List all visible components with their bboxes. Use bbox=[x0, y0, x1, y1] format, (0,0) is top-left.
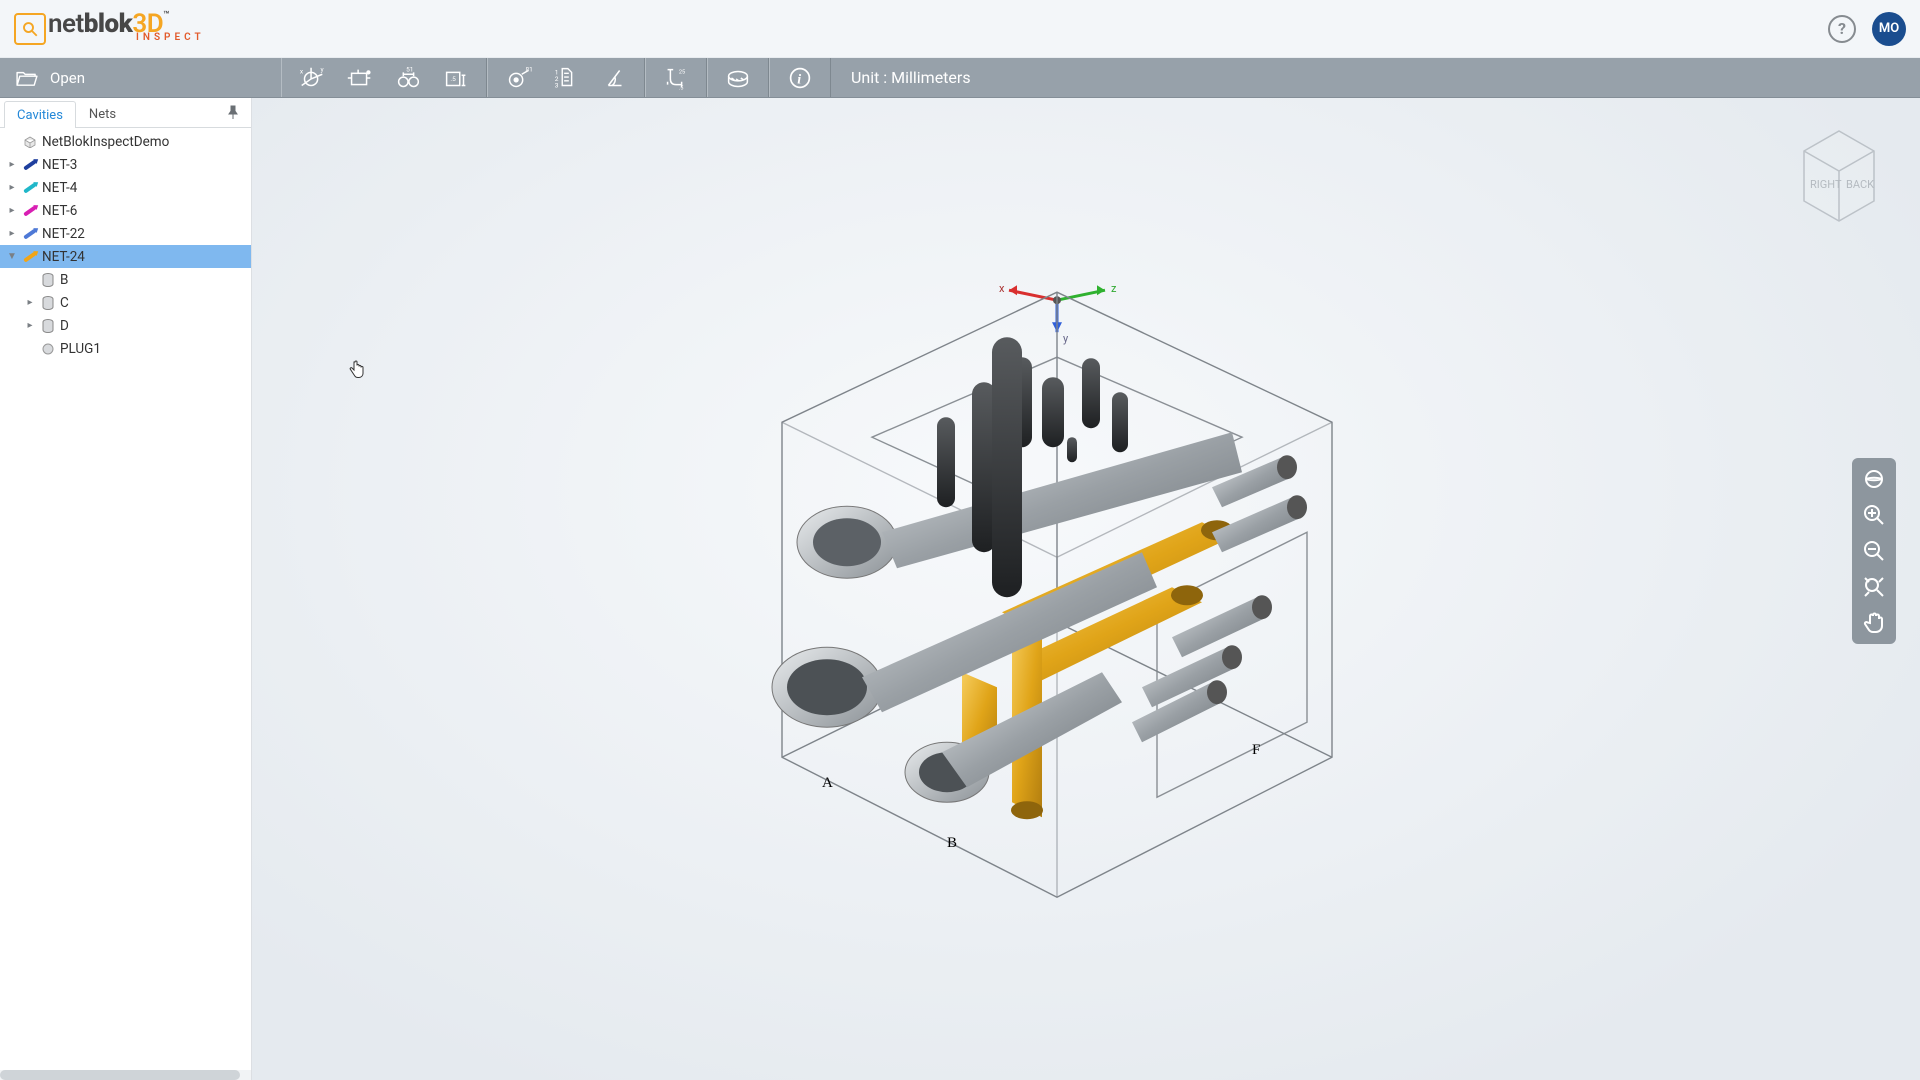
tree-item-net-3[interactable]: ▸ NET-3 bbox=[0, 153, 251, 176]
svg-text:F: F bbox=[1252, 742, 1260, 758]
tree-item-label: NET-24 bbox=[42, 249, 85, 265]
tree-item-net-6[interactable]: ▸ NET-6 bbox=[0, 199, 251, 222]
tool-orbit[interactable] bbox=[1856, 464, 1892, 494]
tool-info[interactable]: i bbox=[776, 58, 824, 97]
tree: NetBlokInspectDemo ▸ NET-3 ▸ NET-4 ▸ NET… bbox=[0, 128, 251, 1070]
chevron-icon: ▸ bbox=[6, 159, 18, 170]
pencil-icon bbox=[22, 209, 38, 213]
app-logo: netblok3D™ INSPECT bbox=[14, 11, 169, 47]
svg-text:.5: .5 bbox=[679, 85, 684, 91]
chevron-icon: ▸ bbox=[6, 205, 18, 216]
user-avatar[interactable]: MO bbox=[1872, 12, 1906, 46]
tab-nets[interactable]: Nets bbox=[76, 100, 129, 127]
tree-item-label: NET-4 bbox=[42, 180, 77, 196]
open-button[interactable]: Open bbox=[0, 58, 101, 97]
tree-item-net-22[interactable]: ▸ NET-22 bbox=[0, 222, 251, 245]
viewport[interactable]: x z y bbox=[252, 98, 1920, 1080]
toolbar-group-1: xy 51 .5 bbox=[281, 58, 487, 97]
tree-child-b[interactable]: B bbox=[0, 268, 251, 291]
tool-bend[interactable]: 25.5 bbox=[652, 58, 700, 97]
svg-text:51: 51 bbox=[406, 65, 413, 73]
chevron-icon: ▼ bbox=[6, 251, 18, 262]
tree-root-label: NetBlokInspectDemo bbox=[42, 134, 169, 150]
logo-icon bbox=[14, 13, 46, 45]
tree-item-net-24[interactable]: ▼ NET-24 bbox=[0, 245, 251, 268]
pencil-icon bbox=[22, 255, 38, 259]
chevron-icon: ▸ bbox=[24, 320, 36, 331]
view-tools bbox=[1852, 458, 1896, 644]
sphere-icon bbox=[40, 343, 56, 355]
toolbar-group-2: 81 123 bbox=[487, 58, 645, 97]
pin-icon[interactable] bbox=[227, 105, 239, 123]
toolbar-group-5: i bbox=[769, 58, 831, 97]
app-header: netblok3D™ INSPECT ? MO bbox=[0, 0, 1920, 58]
tree-item-label: NET-22 bbox=[42, 226, 85, 242]
sidebar-scrollbar[interactable] bbox=[0, 1070, 251, 1080]
folder-open-icon bbox=[16, 69, 38, 87]
cyl-icon bbox=[40, 273, 56, 287]
tree-child-c[interactable]: ▸ C bbox=[0, 291, 251, 314]
tool-zoom-out[interactable] bbox=[1856, 536, 1892, 566]
tree-child-label: D bbox=[60, 318, 69, 334]
tab-cavities[interactable]: Cavities bbox=[4, 101, 76, 128]
toolbar-group-3: 25.5 bbox=[645, 58, 707, 97]
main-toolbar: Open xy 51 .5 81 123 25.5 bbox=[0, 58, 1920, 98]
sidebar-tabstrip: Cavities Nets bbox=[0, 98, 251, 128]
svg-text:B: B bbox=[947, 835, 957, 851]
tool-angle[interactable] bbox=[590, 58, 638, 97]
svg-text:z: z bbox=[1111, 282, 1117, 295]
help-button[interactable]: ? bbox=[1828, 15, 1856, 43]
chevron-icon: ▸ bbox=[6, 228, 18, 239]
block-icon bbox=[22, 136, 38, 148]
tree-item-label: NET-6 bbox=[42, 203, 77, 219]
chevron-icon: ▸ bbox=[6, 182, 18, 193]
tree-child-d[interactable]: ▸ D bbox=[0, 314, 251, 337]
pencil-icon bbox=[22, 186, 38, 190]
tree-child-plug1[interactable]: PLUG1 bbox=[0, 337, 251, 360]
svg-text:y: y bbox=[1063, 332, 1069, 345]
tool-dim-2[interactable]: .5 bbox=[432, 58, 480, 97]
logo-subtitle: INSPECT bbox=[136, 33, 257, 43]
cyl-icon bbox=[40, 319, 56, 333]
tool-axis-origin[interactable]: xy bbox=[288, 58, 336, 97]
tool-fit[interactable] bbox=[1856, 572, 1892, 602]
svg-text:BACK: BACK bbox=[1846, 178, 1874, 191]
svg-text:i: i bbox=[797, 71, 801, 87]
tool-zoom-in[interactable] bbox=[1856, 500, 1892, 530]
tool-section-view[interactable] bbox=[714, 58, 762, 97]
svg-text:A: A bbox=[822, 775, 833, 791]
svg-text:25: 25 bbox=[679, 69, 685, 75]
tree-item-net-4[interactable]: ▸ NET-4 bbox=[0, 176, 251, 199]
chevron-icon: ▸ bbox=[24, 297, 36, 308]
tree-root[interactable]: NetBlokInspectDemo bbox=[0, 130, 251, 153]
tool-pan[interactable] bbox=[1856, 608, 1892, 638]
svg-text:81: 81 bbox=[525, 65, 532, 73]
tree-item-label: NET-3 bbox=[42, 157, 77, 173]
tool-block-dim[interactable] bbox=[336, 58, 384, 97]
open-label: Open bbox=[50, 69, 85, 87]
axis-triad: x z y bbox=[999, 282, 1117, 345]
sidebar: Cavities Nets NetBlokInspectDemo ▸ NET-3… bbox=[0, 98, 252, 1080]
svg-text:x: x bbox=[999, 282, 1005, 295]
svg-text:.5: .5 bbox=[450, 74, 456, 82]
svg-text:3: 3 bbox=[555, 81, 559, 89]
tool-cavity-callout[interactable]: 81 bbox=[494, 58, 542, 97]
tree-child-label: B bbox=[60, 272, 68, 288]
view-cube[interactable]: RIGHT BACK bbox=[1784, 116, 1894, 231]
svg-text:RIGHT: RIGHT bbox=[1810, 178, 1842, 191]
tool-step-list[interactable]: 123 bbox=[542, 58, 590, 97]
tool-dim-1[interactable]: 51 bbox=[384, 58, 432, 97]
model-render: x z y bbox=[712, 242, 1392, 922]
toolbar-group-4 bbox=[707, 58, 769, 97]
pencil-icon bbox=[22, 163, 38, 167]
tree-child-label: C bbox=[60, 295, 69, 311]
svg-text:x: x bbox=[300, 67, 304, 75]
cyl-icon bbox=[40, 296, 56, 310]
tree-child-label: PLUG1 bbox=[60, 341, 101, 357]
svg-text:y: y bbox=[320, 65, 324, 73]
pencil-icon bbox=[22, 232, 38, 236]
unit-label: Unit : Millimeters bbox=[831, 68, 991, 87]
cursor-indicator bbox=[348, 360, 364, 384]
